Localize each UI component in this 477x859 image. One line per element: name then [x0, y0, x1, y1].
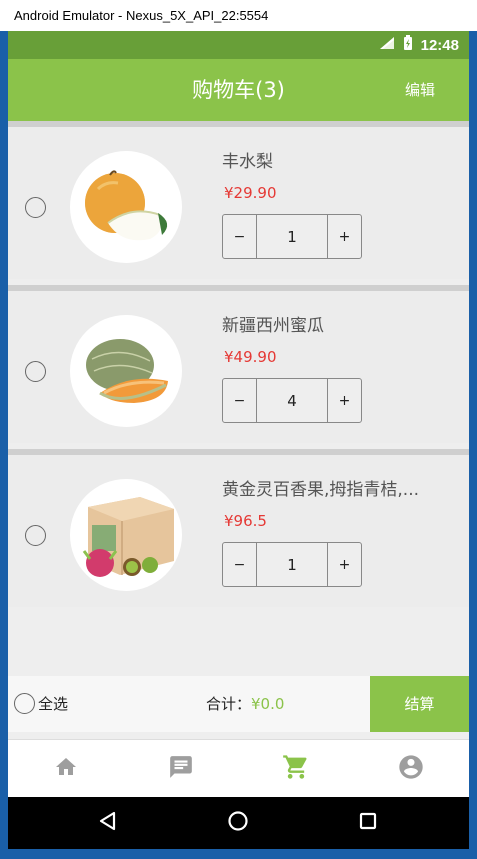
device-screen: 12:48 购物车(3) 编辑 丰水梨 ¥29.90 − 1 + 新疆西州蜜瓜 … — [8, 31, 469, 849]
page-title: 购物车(3) — [192, 78, 285, 102]
decrease-button[interactable]: − — [223, 215, 256, 258]
edit-button[interactable]: 编辑 — [405, 59, 435, 121]
emulator-frame: Android Emulator - Nexus_5X_API_22:5554 … — [0, 0, 477, 859]
bottom-tab-bar — [8, 739, 469, 797]
recents-button[interactable] — [338, 797, 398, 849]
product-price: ¥96.5 — [224, 512, 267, 530]
tab-profile[interactable] — [353, 740, 468, 798]
tab-cart[interactable] — [238, 740, 353, 798]
window-title: Android Emulator - Nexus_5X_API_22:5554 — [0, 0, 477, 31]
account-circle-icon — [397, 753, 425, 785]
select-all-label[interactable]: 全选 — [38, 676, 68, 732]
quantity-value[interactable]: 1 — [256, 215, 328, 258]
product-name: 丰水梨 — [222, 152, 273, 172]
cart-icon — [281, 753, 311, 785]
quantity-value[interactable]: 1 — [256, 543, 328, 586]
back-triangle-icon — [97, 810, 119, 836]
cart-item: 丰水梨 ¥29.90 − 1 + — [8, 121, 469, 279]
home-icon — [53, 755, 79, 783]
item-select-radio[interactable] — [25, 361, 46, 382]
product-image[interactable] — [70, 151, 182, 263]
quantity-stepper: − 1 + — [222, 542, 362, 587]
quantity-stepper: − 4 + — [222, 378, 362, 423]
product-image[interactable] — [70, 479, 182, 591]
app-bar: 购物车(3) 编辑 — [8, 59, 469, 121]
tab-home[interactable] — [8, 740, 123, 798]
cart-item: 黄金灵百香果,拇指青桔,... ¥96.5 − 1 + — [8, 449, 469, 607]
product-price: ¥29.90 — [224, 184, 277, 202]
product-price: ¥49.90 — [224, 348, 277, 366]
home-nav-button[interactable] — [208, 797, 268, 849]
checkout-button[interactable]: 结算 — [370, 676, 469, 732]
increase-button[interactable]: + — [328, 379, 361, 422]
battery-icon — [403, 35, 413, 55]
quantity-stepper: − 1 + — [222, 214, 362, 259]
decrease-button[interactable]: − — [223, 543, 256, 586]
home-circle-icon — [227, 810, 249, 836]
status-bar: 12:48 — [8, 31, 469, 59]
cart-item: 新疆西州蜜瓜 ¥49.90 − 4 + — [8, 285, 469, 443]
product-name: 新疆西州蜜瓜 — [222, 316, 324, 336]
message-icon — [168, 754, 194, 784]
item-select-radio[interactable] — [25, 525, 46, 546]
status-time: 12:48 — [420, 36, 459, 54]
quantity-value[interactable]: 4 — [256, 379, 328, 422]
signal-icon — [379, 36, 395, 54]
select-all-radio[interactable] — [14, 693, 35, 714]
cart-footer: 全选 合计：¥0.0 结算 — [8, 676, 469, 732]
back-button[interactable] — [78, 797, 138, 849]
product-image[interactable] — [70, 315, 182, 427]
decrease-button[interactable]: − — [223, 379, 256, 422]
total-summary: 合计：¥0.0 — [206, 676, 284, 732]
product-name: 黄金灵百香果,拇指青桔,... — [222, 480, 420, 500]
increase-button[interactable]: + — [328, 543, 361, 586]
system-navigation-bar — [8, 797, 469, 849]
tab-messages[interactable] — [123, 740, 238, 798]
increase-button[interactable]: + — [328, 215, 361, 258]
recents-square-icon — [358, 811, 378, 835]
total-label: 合计： — [206, 695, 252, 713]
total-amount: ¥0.0 — [251, 695, 285, 713]
item-select-radio[interactable] — [25, 197, 46, 218]
